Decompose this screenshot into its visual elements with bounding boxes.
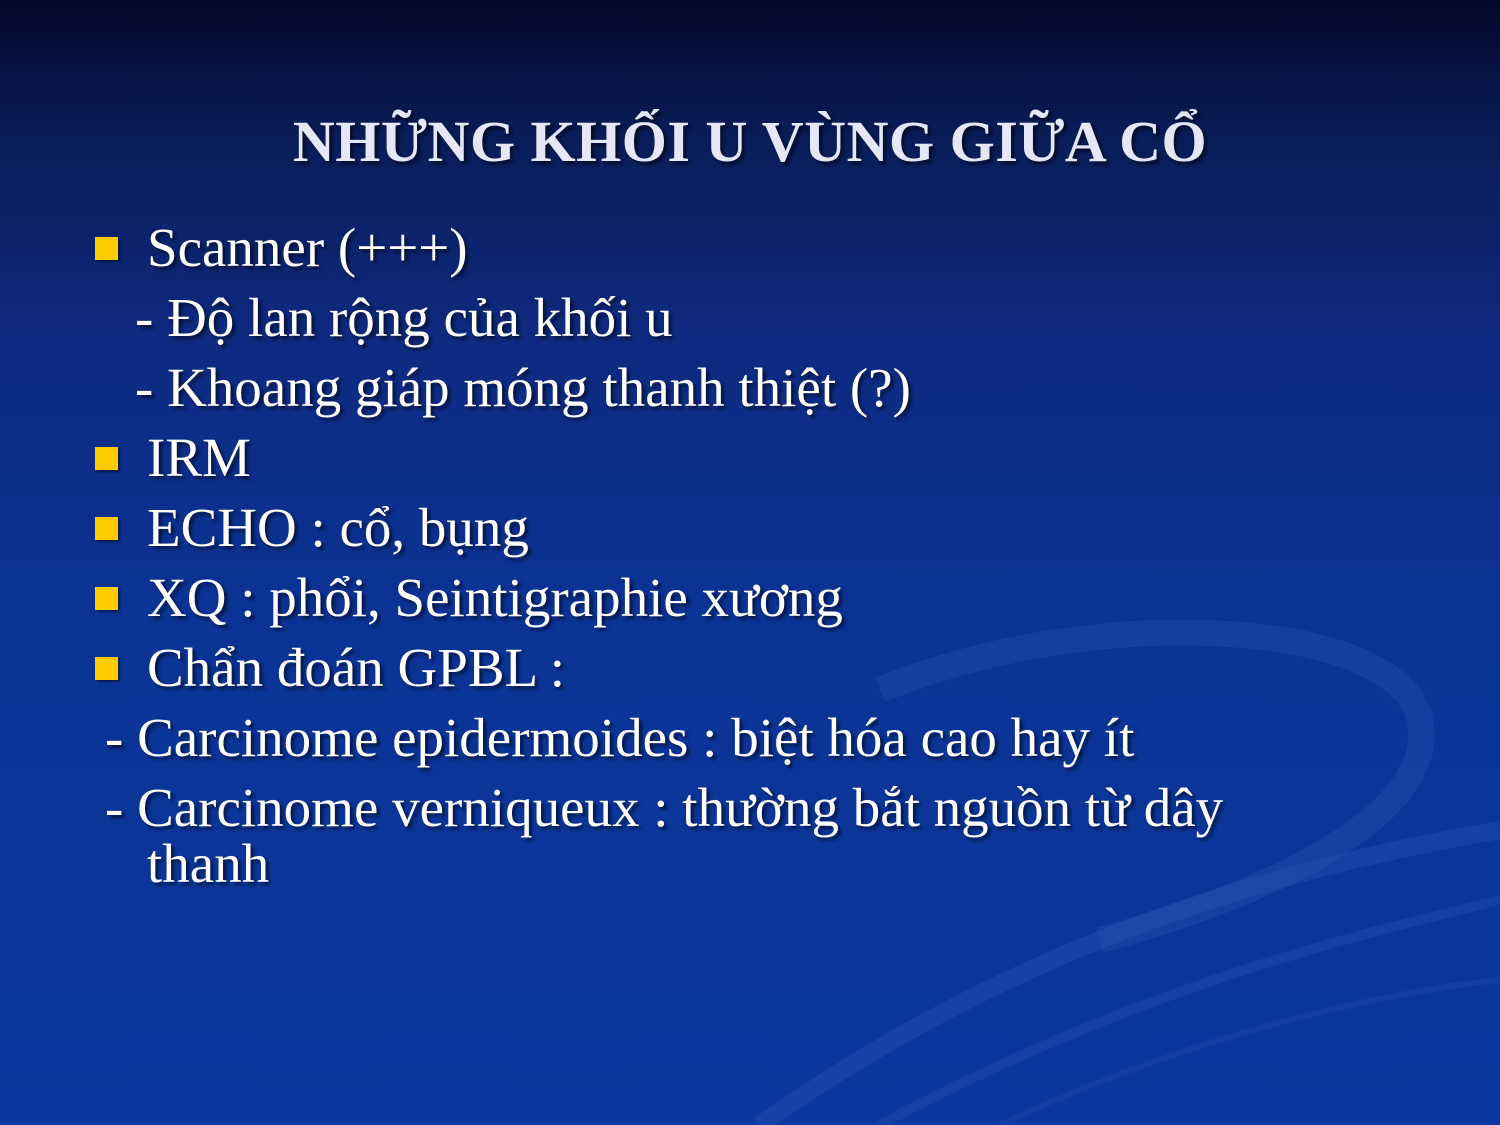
bullet-square-icon bbox=[95, 517, 118, 540]
sub-item-carcinome-verniqueux: - Carcinome verniqueux : thường bắt nguồ… bbox=[105, 777, 1224, 838]
slide-title: NHỮNG KHỐI U VÙNG GIỮA CỔ bbox=[292, 109, 1208, 174]
sub-item-carcinome-verniqueux-cont: thanh bbox=[147, 833, 270, 894]
bullet-xq: XQ : phổi, Seintigraphie xương bbox=[147, 567, 843, 628]
bullet-scanner: Scanner (+++) bbox=[147, 217, 468, 278]
bullet-irm: IRM bbox=[147, 427, 251, 488]
bullet-square-icon bbox=[95, 657, 118, 680]
sub-item-thyrohyoid-space: - Khoang giáp móng thanh thiệt (?) bbox=[135, 357, 911, 418]
bullet-square-icon bbox=[95, 237, 118, 260]
sub-item-extent: - Độ lan rộng của khối u bbox=[135, 287, 673, 348]
sub-item-carcinome-epidermoides: - Carcinome epidermoides : biệt hóa cao … bbox=[105, 707, 1135, 768]
bullet-diagnosis: Chẩn đoán GPBL : bbox=[147, 637, 566, 698]
slide: NHỮNG KHỐI U VÙNG GIỮA CỔ Scanner (+++) … bbox=[0, 0, 1500, 1125]
bullet-echo: ECHO : cổ, bụng bbox=[147, 497, 529, 558]
bullet-square-icon bbox=[95, 447, 118, 470]
bullet-square-icon bbox=[95, 587, 118, 610]
